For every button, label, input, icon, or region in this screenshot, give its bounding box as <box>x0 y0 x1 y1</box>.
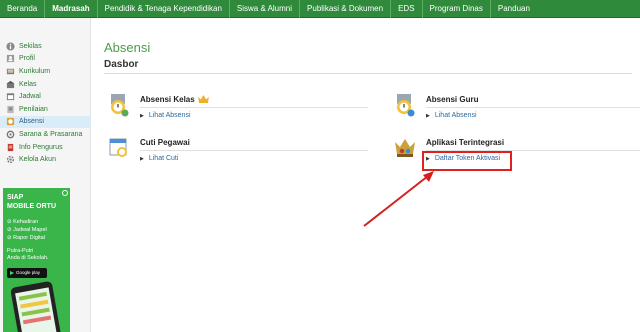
crown-icon <box>197 95 209 103</box>
nav-eds[interactable]: EDS <box>391 0 423 18</box>
info-icon <box>6 42 15 51</box>
divider <box>140 150 368 151</box>
sidebar-item-label: Sarana & Prasarana <box>19 130 83 138</box>
sidebar-item-kelas[interactable]: Kelas <box>0 78 91 91</box>
sidebar-item-jadwal[interactable]: Jadwal <box>0 90 91 103</box>
profile-icon <box>6 55 15 63</box>
sidebar-item-penilaian[interactable]: Penilaian <box>0 103 91 116</box>
ad-feature: ⊘ Kehadiran <box>7 219 39 225</box>
divider <box>426 107 640 108</box>
nav-publikasi[interactable]: Publikasi & Dokumen <box>300 0 392 18</box>
sidebar-item-label: Sekilas <box>19 42 42 50</box>
caret-right-icon: ▶ <box>140 113 144 119</box>
sidebar-item-kurikulum[interactable]: Kurikulum <box>0 65 91 78</box>
card-title: Aplikasi Terintegrasi <box>426 138 505 147</box>
sidebar-item-profil[interactable]: Profil <box>0 53 91 66</box>
sidebar-item-absensi[interactable]: Absensi <box>0 115 91 129</box>
caret-right-icon: ▶ <box>140 156 144 162</box>
sidebar-item-label: Kelola Akun <box>19 156 56 164</box>
nav-panduan[interactable]: Panduan <box>491 0 537 18</box>
class-attendance-icon <box>111 94 129 117</box>
sidebar-item-label: Kelas <box>19 80 37 88</box>
sidebar: Sekilas Profil Kurikulum Kelas Jadwal Pe… <box>0 18 91 332</box>
sidebar-item-label: Kurikulum <box>19 67 51 75</box>
integrated-app-icon <box>395 139 415 157</box>
card-title: Absensi Kelas <box>140 95 209 104</box>
nav-madrasah[interactable]: Madrasah <box>45 0 98 18</box>
grading-icon <box>7 105 14 113</box>
card-title: Cuti Pegawai <box>140 138 190 147</box>
siap-mobile-ortu-ad[interactable]: SIAP MOBILE ORTU ⊘ Kehadiran ⊘ Jadwal Ma… <box>3 188 70 332</box>
ad-info-icon[interactable] <box>62 190 68 196</box>
ad-title: SIAP MOBILE ORTU <box>7 194 56 210</box>
sidebar-item-label: Absensi <box>19 118 44 126</box>
class-icon <box>6 80 15 88</box>
page-title: Absensi <box>104 40 151 55</box>
lihat-absensi-kelas-link[interactable]: ▶ Lihat Absensi <box>140 112 191 119</box>
sidebar-item-label: Jadwal <box>19 93 41 101</box>
lihat-absensi-guru-link[interactable]: ▶ Lihat Absensi <box>426 112 477 119</box>
account-icon <box>6 156 15 164</box>
lihat-cuti-link[interactable]: ▶ Lihat Cuti <box>140 155 178 162</box>
ad-feature: ⊘ Jadwal Mapel <box>7 227 47 233</box>
ad-feature: ⊘ Rapor Digital <box>7 235 45 241</box>
attendance-icon <box>6 118 15 126</box>
ad-features: ⊘ Kehadiran ⊘ Jadwal Mapel ⊘ Rapor Digit… <box>7 218 47 242</box>
pointer-arrow-icon <box>363 171 434 227</box>
phone-illustration <box>10 280 62 332</box>
schedule-icon <box>6 93 15 101</box>
curriculum-icon <box>6 68 15 75</box>
sidebar-item-label: Penilaian <box>19 105 48 113</box>
ad-description: Putra-Putri Anda di Sekolah. <box>7 248 49 261</box>
card-cuti-pegawai: Cuti Pegawai ▶ Lihat Cuti <box>108 136 368 170</box>
nav-siswa-alumni[interactable]: Siswa & Alumni <box>230 0 301 18</box>
divider <box>140 107 368 108</box>
card-absensi-kelas: Absensi Kelas ▶ Lihat Absensi <box>108 93 368 127</box>
facilities-icon <box>6 130 15 139</box>
sidebar-item-label: Info Pengurus <box>19 143 63 151</box>
nav-pendidik[interactable]: Pendidik & Tenaga Kependidikan <box>98 0 230 18</box>
caret-right-icon: ▶ <box>426 113 430 119</box>
main-content: Absensi Dasbor Absensi Kelas ▶ Lihat Abse… <box>92 18 640 332</box>
page-subtitle: Dasbor <box>104 59 139 70</box>
google-play-badge[interactable]: Google play <box>7 268 47 278</box>
top-navigation: Beranda Madrasah Pendidik & Tenaga Kepen… <box>0 0 640 18</box>
sidebar-item-kelola-akun[interactable]: Kelola Akun <box>0 153 91 166</box>
board-info-icon <box>7 143 14 151</box>
leave-icon <box>109 138 127 157</box>
sidebar-item-sekilas[interactable]: Sekilas <box>0 40 91 53</box>
nav-beranda[interactable]: Beranda <box>0 0 46 18</box>
nav-program-dinas[interactable]: Program Dinas <box>423 0 491 18</box>
card-absensi-guru: Absensi Guru ▶ Lihat Absensi <box>394 93 640 127</box>
sidebar-menu: Sekilas Profil Kurikulum Kelas Jadwal Pe… <box>0 40 91 166</box>
sidebar-item-label: Profil <box>19 55 35 63</box>
sidebar-item-sarana[interactable]: Sarana & Prasarana <box>0 128 91 141</box>
sidebar-item-info-pengurus[interactable]: Info Pengurus <box>0 141 91 154</box>
card-title: Absensi Guru <box>426 95 479 104</box>
teacher-attendance-icon <box>397 94 415 117</box>
divider <box>104 73 632 74</box>
